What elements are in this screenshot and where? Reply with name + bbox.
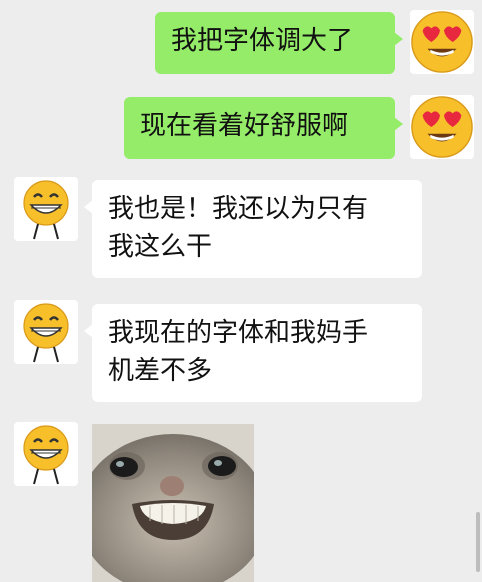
avatar[interactable]	[14, 177, 78, 241]
message-bubble[interactable]: 我也是！我还以为只有 我这么干	[84, 180, 422, 278]
grinning-cat-sticker-icon	[92, 424, 254, 582]
avatar[interactable]	[14, 422, 78, 486]
avatar[interactable]	[410, 95, 474, 159]
message-bubble[interactable]: 我把字体调大了	[155, 12, 403, 74]
avatar[interactable]	[14, 300, 78, 364]
heart-eyes-emoji-icon	[411, 96, 473, 158]
message-text: 现在看着好舒服啊	[140, 111, 349, 141]
message-text-line: 我也是！我还以为只有	[108, 194, 369, 224]
message-text-line: 我这么干	[108, 232, 213, 262]
message-bubble[interactable]: 我现在的字体和我妈手 机差不多	[84, 304, 422, 402]
message-text-line: 我现在的字体和我妈手	[108, 318, 369, 348]
message-bubble[interactable]: 现在看着好舒服啊	[124, 97, 403, 159]
scrollbar[interactable]	[476, 512, 480, 572]
avatar[interactable]	[410, 10, 474, 74]
sticker-image[interactable]	[92, 424, 254, 582]
message-text: 我把字体调大了	[171, 26, 354, 56]
heart-eyes-emoji-icon	[411, 11, 473, 73]
grinning-emoji-icon	[23, 180, 69, 240]
message-text-line: 机差不多	[108, 356, 213, 386]
grinning-emoji-icon	[23, 303, 69, 363]
grinning-emoji-icon	[23, 425, 69, 485]
